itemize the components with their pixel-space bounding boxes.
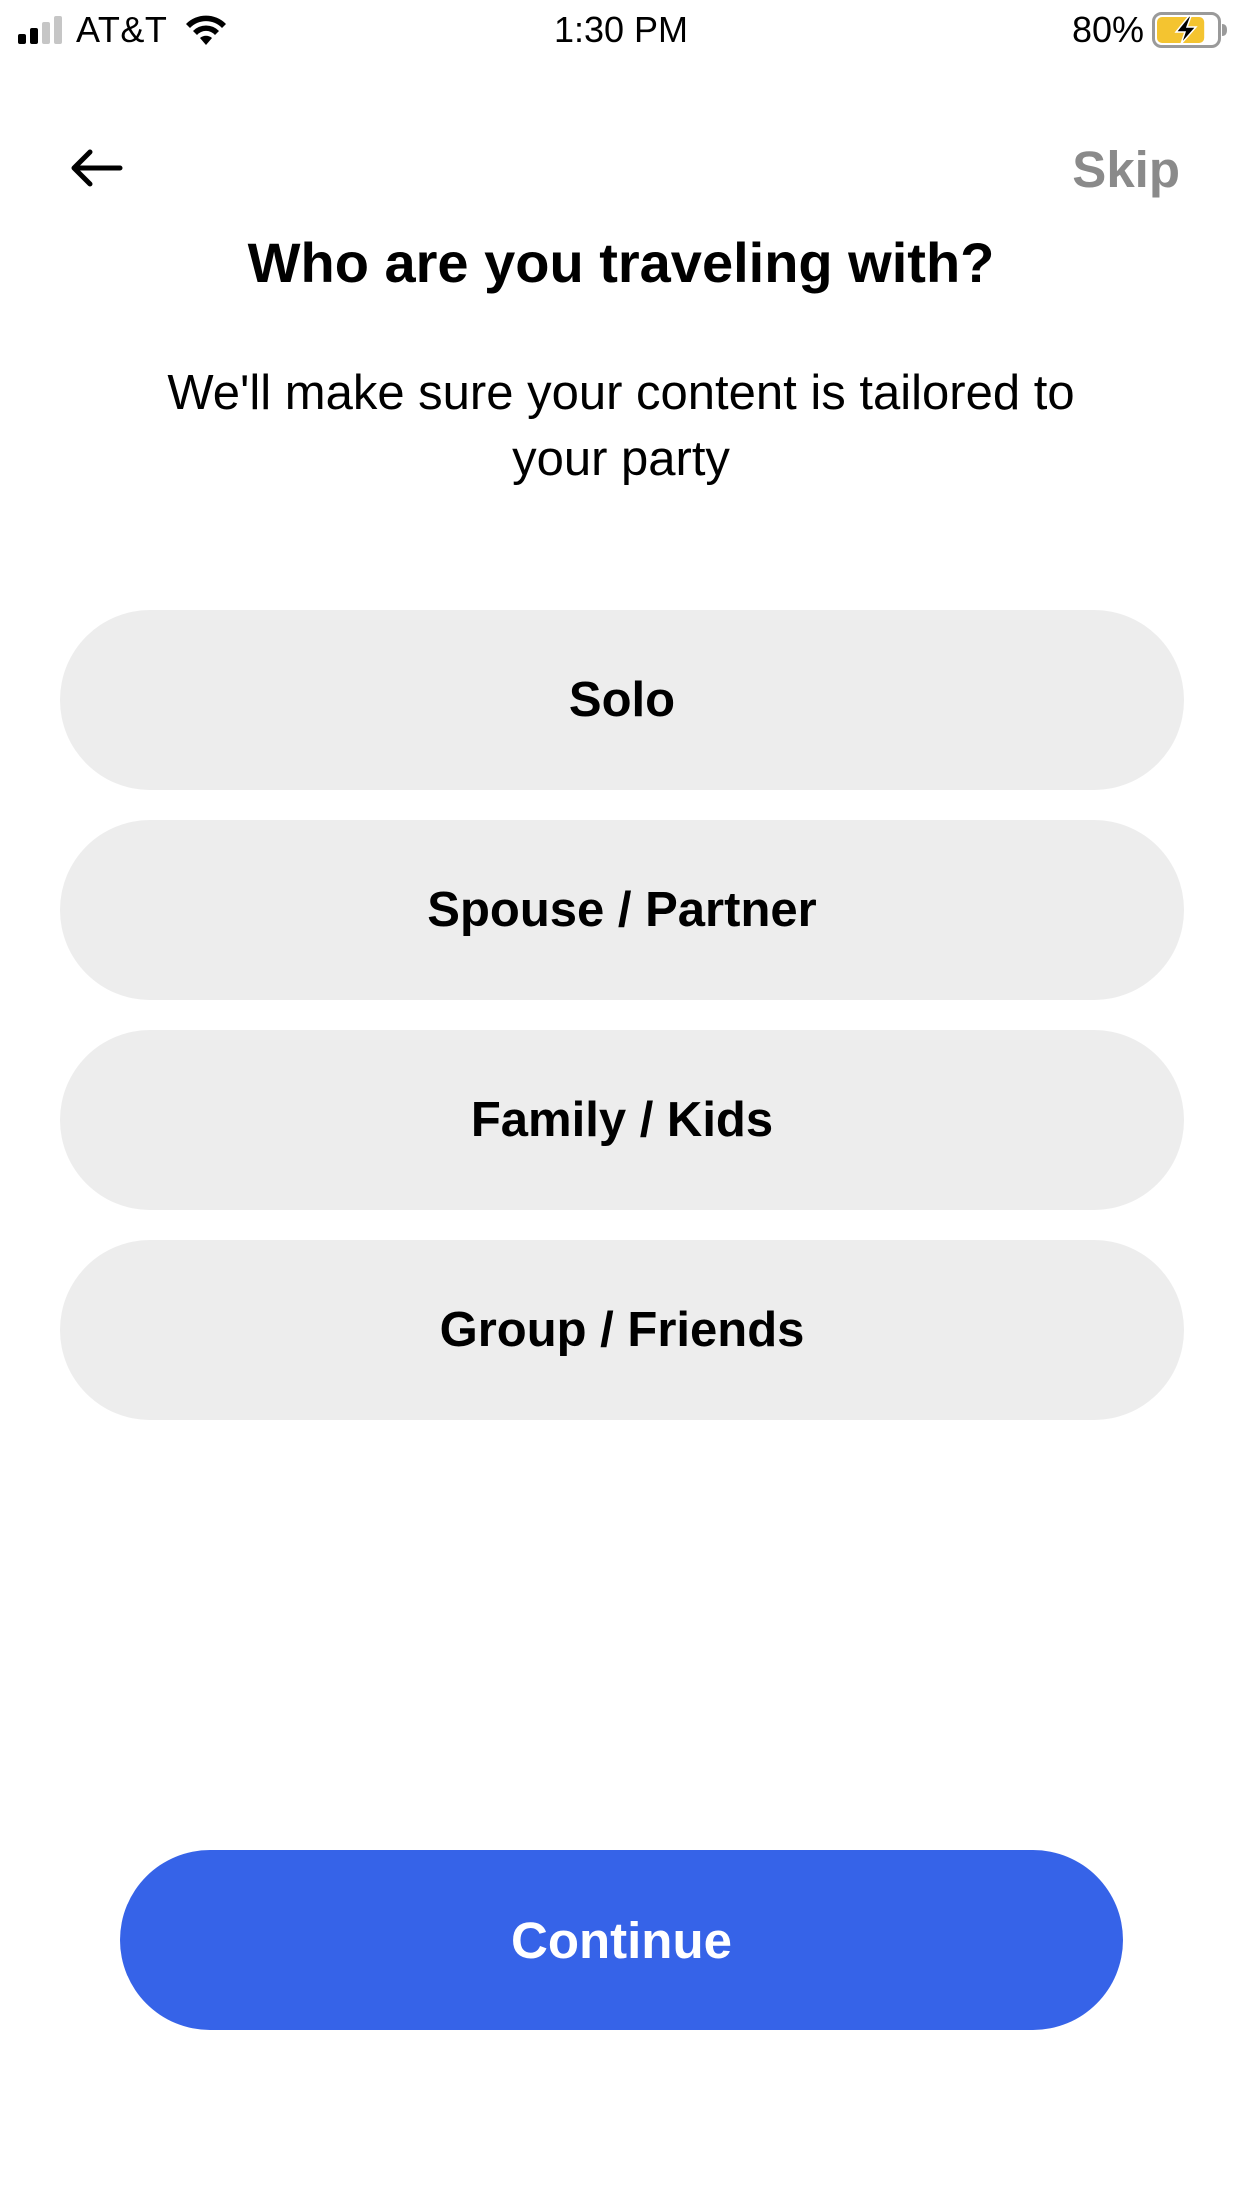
- continue-button[interactable]: Continue: [120, 1850, 1123, 2030]
- option-label: Family / Kids: [470, 1093, 774, 1147]
- continue-label: Continue: [511, 1911, 732, 1969]
- status-bar: AT&T 1:30 PM 80%: [0, 0, 1242, 62]
- battery-charging-icon: [1152, 12, 1227, 48]
- status-right: 80%: [1072, 8, 1228, 52]
- option-label: Group / Friends: [439, 1303, 805, 1357]
- back-arrow-icon: [71, 149, 123, 187]
- page-subtitle: We'll make sure your content is tailored…: [167, 366, 1075, 486]
- status-time: 1:30 PM: [553, 9, 689, 50]
- option-label: Solo: [568, 673, 676, 727]
- battery-percentage: 80%: [1071, 9, 1144, 50]
- back-button[interactable]: [64, 140, 128, 196]
- option-spouse-partner[interactable]: Spouse / Partner: [60, 820, 1184, 1000]
- skip-button[interactable]: Skip: [1072, 138, 1180, 202]
- screen: AT&T 1:30 PM 80% Skip Who are you travel…: [0, 0, 1242, 2208]
- option-family-kids[interactable]: Family / Kids: [60, 1030, 1184, 1210]
- option-label: Spouse / Partner: [427, 883, 817, 937]
- option-solo[interactable]: Solo: [60, 610, 1184, 790]
- page-title: Who are you traveling with?: [247, 231, 995, 294]
- option-group-friends[interactable]: Group / Friends: [60, 1240, 1184, 1420]
- traveler-options: Solo Spouse / Partner Family / Kids Grou…: [60, 610, 1184, 1450]
